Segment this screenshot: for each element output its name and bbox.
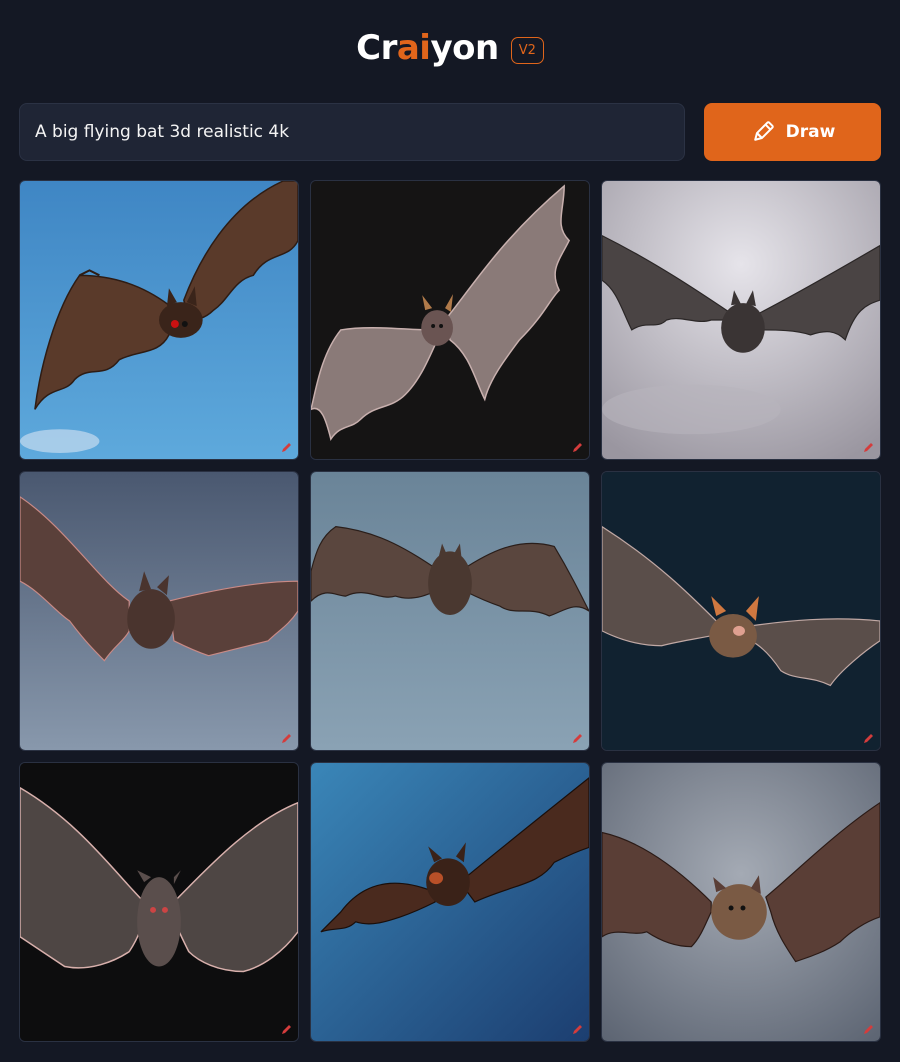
result-image-7[interactable] [19,762,299,1042]
results-grid [19,180,881,1042]
draw-button[interactable]: Draw [704,103,881,161]
edit-pencil-icon[interactable] [862,441,875,454]
bat-illustration [20,763,298,1041]
result-image-2[interactable] [310,180,590,460]
edit-pencil-icon[interactable] [280,732,293,745]
edit-pencil-icon[interactable] [862,732,875,745]
bat-illustration [20,181,298,459]
result-image-6[interactable] [601,471,881,751]
edit-pencil-icon[interactable] [571,732,584,745]
logo-text-ai: ai [396,28,431,68]
craiyon-logo[interactable]: Cr ai yon [356,28,499,68]
version-badge: V2 [510,36,544,64]
bat-illustration [602,763,880,1041]
edit-pencil-icon[interactable] [862,1023,875,1036]
result-image-9[interactable] [601,762,881,1042]
bat-illustration [602,472,880,750]
result-image-5[interactable] [310,471,590,751]
result-image-4[interactable] [19,471,299,751]
logo-text-start: Cr [356,28,397,68]
bat-illustration [20,472,298,750]
edit-pencil-icon[interactable] [571,1023,584,1036]
pencil-icon [753,121,774,141]
bat-illustration [311,763,589,1041]
edit-pencil-icon[interactable] [280,441,293,454]
bat-illustration [311,472,589,750]
bat-illustration [602,181,880,459]
prompt-row: Draw [19,103,881,161]
edit-pencil-icon[interactable] [571,441,584,454]
edit-pencil-icon[interactable] [280,1023,293,1036]
result-image-8[interactable] [310,762,590,1042]
result-image-3[interactable] [601,180,881,460]
result-image-1[interactable] [19,180,299,460]
prompt-input[interactable] [19,103,685,161]
bat-illustration [311,181,589,459]
header: Cr ai yon V2 [0,22,900,74]
draw-button-label: Draw [785,122,836,142]
logo-text-end: yon [430,28,499,68]
